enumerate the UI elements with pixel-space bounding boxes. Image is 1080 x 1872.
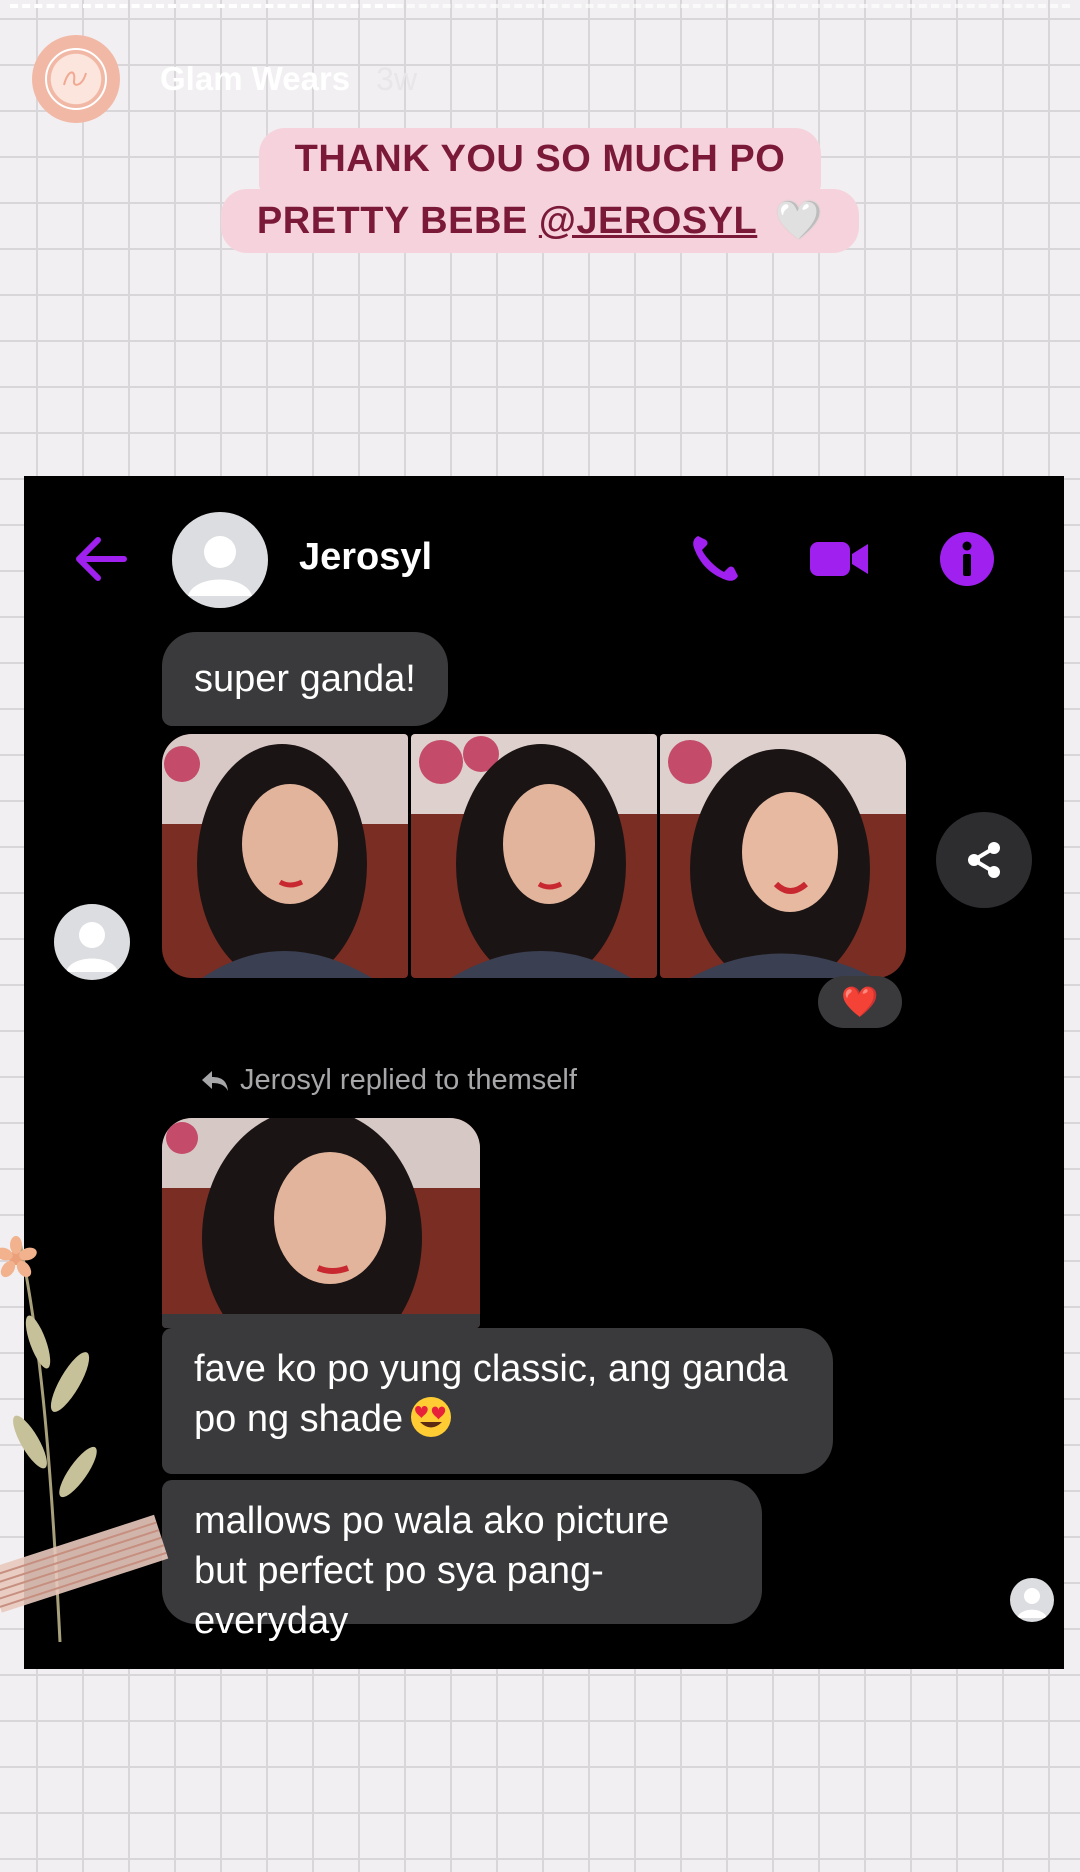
shared-photo[interactable] [660,734,906,978]
reply-note: Jerosyl replied to themself [200,1064,577,1097]
flower-sticker-decoration [0,1236,169,1642]
progress-segment-remaining [395,4,1070,12]
logo-ring [45,48,107,110]
mention-link[interactable]: @JEROSYL [539,200,757,242]
progress-segment-done [10,4,395,12]
chat-screenshot: Jerosyl super ganda! ❤️ Jerosyl replied … [24,476,1064,1669]
shared-photo[interactable] [411,734,657,978]
heart-reaction[interactable]: ❤️ [818,976,902,1028]
selfie-image [411,734,657,978]
reply-arrow-icon [202,1070,228,1091]
reply-note-text: Jerosyl replied to themself [240,1064,577,1096]
video-camera-icon[interactable] [808,528,870,590]
share-icon [968,842,1000,878]
caption-line-2-text: PRETTY BEBE [256,200,539,242]
story-progress-bar [10,4,1070,9]
chat-header: Jerosyl [24,510,1064,610]
share-button[interactable] [936,812,1032,908]
message-bubble[interactable]: super ganda! [162,632,448,726]
message-bubble[interactable]: mallows po wala ako picture but perfect … [162,1480,762,1642]
selfie-image [162,1118,480,1328]
sender-avatar[interactable] [54,904,130,980]
contact-name: Jerosyl [299,536,433,578]
message-bubble[interactable]: fave ko po yung classic, ang ganda po ng… [162,1328,833,1474]
info-icon[interactable] [936,528,998,590]
white-heart-icon: 🤍 [775,200,824,242]
story-caption: THANK YOU SO MUCH PO PRETTY BEBE @JEROSY… [0,128,1080,253]
replied-photo[interactable] [162,1118,480,1328]
caption-line-1: THANK YOU SO MUCH PO [258,128,822,191]
default-user-icon [1017,1588,1047,1618]
selfie-image [660,734,906,978]
shared-photo[interactable] [162,734,408,978]
story-timestamp: 3w [376,60,418,97]
logo-script-icon [63,71,87,86]
back-arrow-icon[interactable] [72,534,128,584]
heart-eyes-emoji-icon [411,1397,452,1437]
glam-wears-logo-icon[interactable] [32,35,120,123]
phone-icon[interactable] [684,528,746,590]
seen-indicator-avatar [1010,1578,1054,1622]
story-username[interactable]: Glam Wears [160,60,350,98]
message-text: fave ko po yung classic, ang ganda po ng… [194,1348,788,1440]
default-user-icon [66,922,118,972]
contact-avatar[interactable] [172,512,268,608]
heart-reaction-icon: ❤️ [841,985,879,1019]
story-header: Glam Wears 3w [32,34,417,124]
selfie-image [162,734,408,978]
default-user-icon [188,536,252,596]
caption-line-2: PRETTY BEBE @JEROSYL 🤍 [220,189,860,253]
